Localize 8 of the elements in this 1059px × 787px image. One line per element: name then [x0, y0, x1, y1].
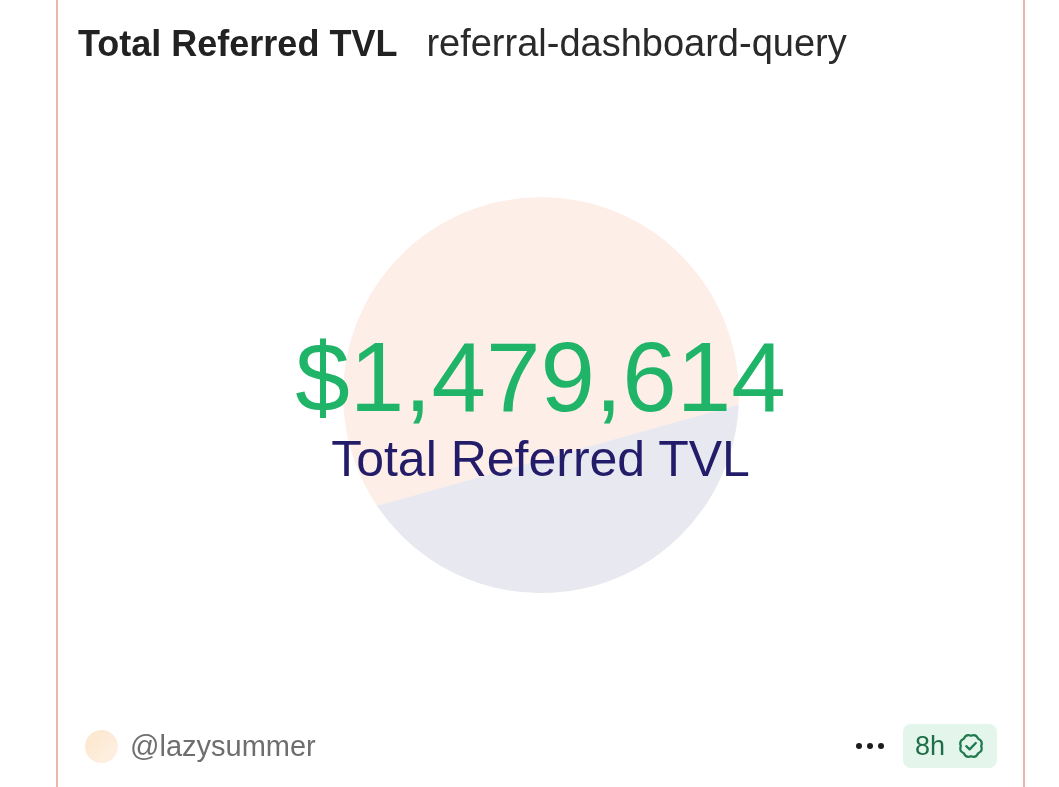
age-text: 8h [914, 730, 945, 762]
counter-value: $1,479,614 [295, 328, 786, 427]
avatar-icon [85, 729, 118, 763]
card-title: Total Referred TVL [78, 23, 398, 65]
author-name[interactable]: @lazysummer [130, 729, 316, 763]
counter-label: Total Referred TVL [331, 434, 750, 485]
more-icon[interactable] [855, 743, 884, 749]
query-name[interactable]: referral-dashboard-query [426, 22, 847, 66]
